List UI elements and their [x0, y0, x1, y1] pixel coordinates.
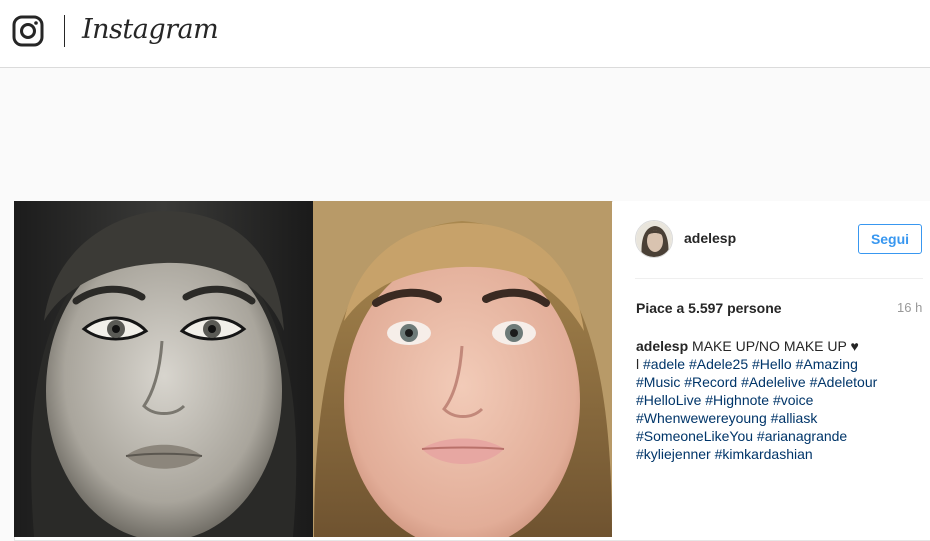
hashtag-line: #Music #Record #Adelelive #Adeletour [636, 373, 921, 391]
post-caption: adelesp MAKE UP/NO MAKE UP ♥ l #adele #A… [636, 337, 921, 463]
hashtag-link[interactable]: #HelloLive [636, 392, 701, 408]
divider [635, 278, 923, 279]
hashtag-link[interactable]: #Adele25 [689, 356, 748, 372]
caption-prefix: l [636, 356, 640, 372]
hashtag-link[interactable]: #voice [773, 392, 813, 408]
hashtag-link[interactable]: #Music [636, 374, 680, 390]
instagram-wordmark[interactable]: Instagram [82, 14, 219, 45]
hashtag-link[interactable]: #Highnote [705, 392, 769, 408]
hashtag-link[interactable]: #adele [643, 356, 685, 372]
hashtag-line: #HelloLive #Highnote #voice [636, 391, 921, 409]
hashtag-link[interactable]: #arianagrande [757, 428, 847, 444]
hashtag-link[interactable]: #kyliejenner [636, 446, 711, 462]
hashtag-link[interactable]: #Adeletour [810, 374, 878, 390]
hashtag-link[interactable]: #Amazing [796, 356, 858, 372]
hashtag-link[interactable]: #kimkardashian [715, 446, 813, 462]
hashtag-link[interactable]: #Hello [752, 356, 792, 372]
follow-button[interactable]: Segui [858, 224, 922, 254]
caption-text: MAKE UP/NO MAKE UP ♥ [692, 338, 859, 354]
hashtag-link[interactable]: #Record [684, 374, 737, 390]
logo-divider [64, 15, 65, 47]
top-nav-bar: Instagram [0, 0, 930, 68]
hashtag-line: l #adele #Adele25 #Hello #Amazing [636, 355, 921, 373]
post-side-panel: adelesp Segui Piace a 5.597 persone 16 h… [613, 201, 930, 539]
caption-first-line: adelesp MAKE UP/NO MAKE UP ♥ [636, 337, 921, 355]
hashtag-line: #kyliejenner #kimkardashian [636, 445, 921, 463]
post-photo[interactable] [14, 201, 612, 537]
post-timestamp[interactable]: 16 h [897, 300, 922, 315]
hashtag-link[interactable]: #alliask [771, 410, 818, 426]
likes-count[interactable]: Piace a 5.597 persone [636, 300, 782, 316]
hashtag-line: #Whenwewereyoung #alliask [636, 409, 921, 427]
hashtag-line: #SomeoneLikeYou #arianagrande [636, 427, 921, 445]
avatar[interactable] [635, 220, 673, 258]
post-username[interactable]: adelesp [684, 230, 736, 246]
caption-author[interactable]: adelesp [636, 338, 688, 354]
hashtag-link[interactable]: #SomeoneLikeYou [636, 428, 753, 444]
hashtag-link[interactable]: #Whenwewereyoung [636, 410, 767, 426]
hashtag-link[interactable]: #Adelelive [741, 374, 806, 390]
instagram-camera-icon[interactable] [12, 15, 44, 47]
